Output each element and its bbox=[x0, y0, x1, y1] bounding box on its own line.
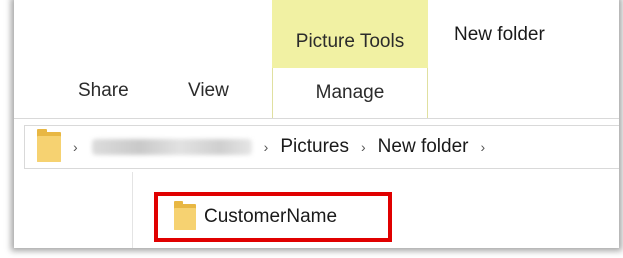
breadcrumb-new-folder[interactable]: New folder bbox=[378, 136, 469, 158]
chevron-right-icon[interactable]: › bbox=[73, 139, 78, 155]
context-group-header: Picture Tools bbox=[272, 0, 428, 68]
explorer-window: Share View Picture Tools Manage New fold… bbox=[14, 0, 619, 248]
tab-manage[interactable]: Manage bbox=[272, 68, 428, 118]
chevron-right-icon[interactable]: › bbox=[480, 139, 485, 155]
navigation-pane-divider[interactable] bbox=[132, 172, 133, 248]
breadcrumb-pictures[interactable]: Pictures bbox=[280, 136, 349, 158]
window-title: New folder bbox=[454, 24, 545, 45]
picture-tools-context-group: Picture Tools Manage bbox=[272, 0, 428, 118]
chevron-right-icon[interactable]: › bbox=[361, 139, 366, 155]
address-bar[interactable]: › › Pictures › New folder › bbox=[24, 125, 619, 169]
tab-share[interactable]: Share bbox=[78, 80, 129, 102]
redacted-breadcrumb[interactable] bbox=[91, 139, 252, 155]
ribbon: Share View Picture Tools Manage New fold… bbox=[14, 0, 619, 120]
list-item[interactable]: CustomerName bbox=[154, 192, 392, 242]
chevron-right-icon[interactable]: › bbox=[264, 139, 269, 155]
folder-icon bbox=[174, 201, 196, 230]
folder-icon bbox=[37, 129, 61, 162]
context-group-title: Picture Tools bbox=[295, 31, 405, 52]
folder-name: CustomerName bbox=[204, 206, 338, 227]
ribbon-divider bbox=[14, 118, 619, 119]
tab-view[interactable]: View bbox=[188, 80, 229, 102]
